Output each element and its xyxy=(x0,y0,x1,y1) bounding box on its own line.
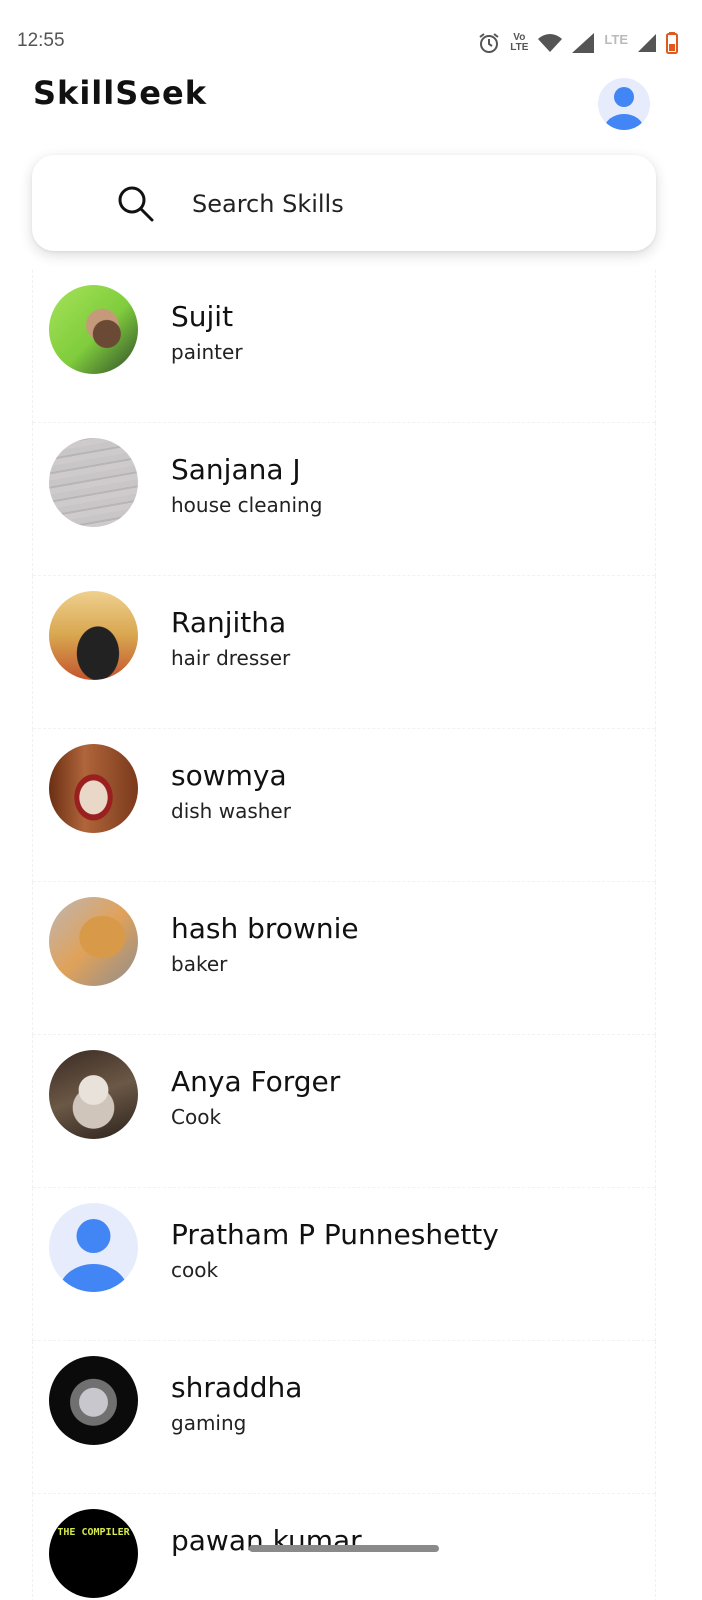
search-bar[interactable] xyxy=(32,155,656,251)
home-indicator[interactable] xyxy=(249,1545,439,1552)
user-skill: painter xyxy=(171,340,243,364)
wifi-icon xyxy=(538,33,563,53)
user-skill: cook xyxy=(171,1258,219,1282)
avatar-logo-text: THE COMPILER xyxy=(57,1527,130,1538)
user-list: Sujit painter Sanjana J house cleaning R… xyxy=(32,270,656,1600)
signal-icon xyxy=(572,33,595,53)
profile-avatar-button[interactable] xyxy=(598,78,650,130)
default-user-icon xyxy=(59,1219,128,1292)
user-name: pawan kumar xyxy=(171,1524,362,1557)
user-skill: baker xyxy=(171,952,228,976)
user-name: Sujit xyxy=(171,300,234,333)
user-skill: gaming xyxy=(171,1411,247,1435)
app-title: SkillSeek xyxy=(33,74,207,112)
list-item[interactable]: Ranjitha hair dresser xyxy=(32,576,656,729)
list-item[interactable]: shraddha gaming xyxy=(32,1341,656,1494)
user-name: sowmya xyxy=(171,759,287,792)
status-bar: 12:55 Vo LTE LTE xyxy=(0,0,702,62)
search-icon[interactable] xyxy=(116,184,156,224)
list-item[interactable]: Pratham P Punneshetty cook xyxy=(32,1188,656,1341)
avatar xyxy=(49,438,138,527)
avatar: THE COMPILER xyxy=(49,1509,138,1598)
list-item[interactable]: sowmya dish washer xyxy=(32,729,656,882)
avatar xyxy=(49,897,138,986)
avatar xyxy=(49,1356,138,1445)
user-name: Ranjitha xyxy=(171,606,287,639)
user-name: Anya Forger xyxy=(171,1065,341,1098)
user-name: shraddha xyxy=(171,1371,303,1404)
list-item[interactable]: hash brownie baker xyxy=(32,882,656,1035)
avatar xyxy=(49,1203,138,1292)
user-name: Sanjana J xyxy=(171,453,301,486)
user-skill: dish washer xyxy=(171,799,291,823)
status-time: 12:55 xyxy=(17,30,65,51)
avatar xyxy=(49,285,138,374)
list-item[interactable]: Sujit painter xyxy=(32,270,656,423)
volte-icon: Vo LTE xyxy=(510,32,529,53)
avatar xyxy=(49,1050,138,1139)
user-name: hash brownie xyxy=(171,912,359,945)
lte-label: LTE xyxy=(604,31,628,47)
alarm-icon xyxy=(478,32,500,54)
status-icons: Vo LTE LTE xyxy=(478,30,678,56)
user-skill: Cook xyxy=(171,1105,222,1129)
battery-icon xyxy=(666,32,678,54)
avatar xyxy=(49,591,138,680)
signal-icon-2 xyxy=(638,34,656,52)
list-item[interactable]: Anya Forger Cook xyxy=(32,1035,656,1188)
list-item[interactable]: Sanjana J house cleaning xyxy=(32,423,656,576)
user-skill: hair dresser xyxy=(171,646,291,670)
user-avatar-icon xyxy=(604,87,644,130)
user-name: Pratham P Punneshetty xyxy=(171,1218,499,1251)
search-input[interactable] xyxy=(192,183,632,225)
user-skill: house cleaning xyxy=(171,493,323,517)
avatar xyxy=(49,744,138,833)
